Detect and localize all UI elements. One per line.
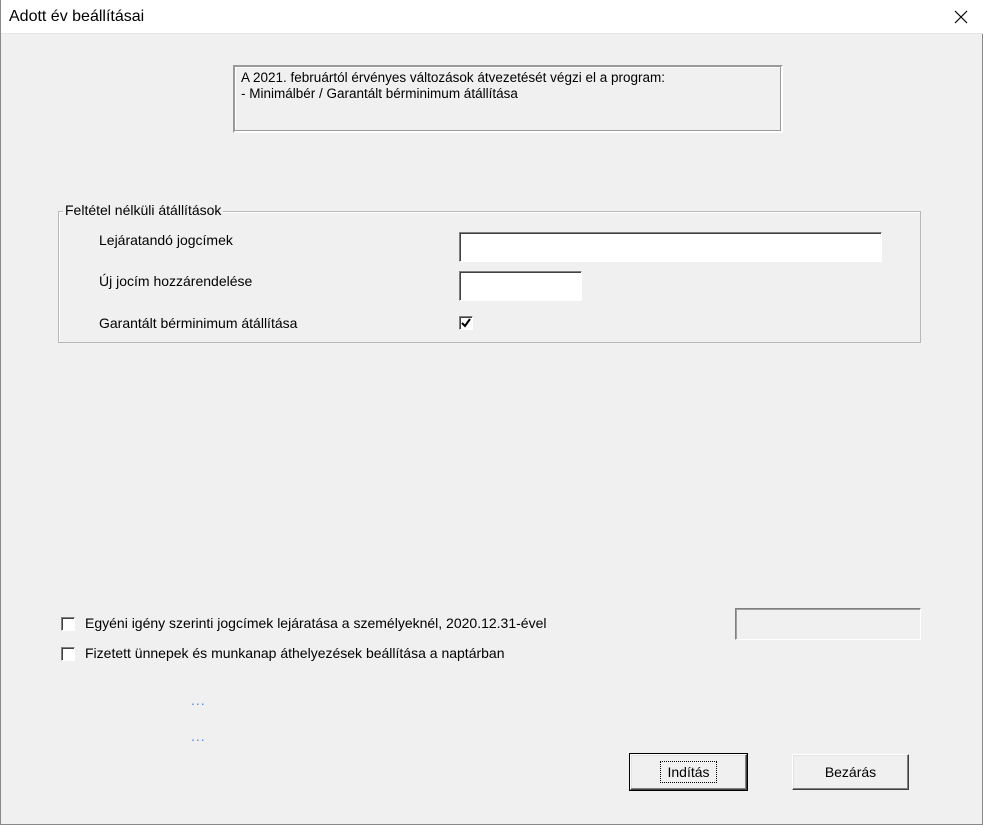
window-title: Adott év beállításai xyxy=(9,8,145,25)
individual-codes-checkbox[interactable] xyxy=(61,617,75,631)
close-window-button[interactable] xyxy=(938,0,983,34)
start-button-label: Indítás xyxy=(660,761,717,783)
dots-2: ... xyxy=(191,728,206,744)
guaranteed-min-checkbox[interactable] xyxy=(459,316,473,330)
individual-codes-label: Egyéni igény szerinti jogcímek lejáratás… xyxy=(85,615,547,631)
guaranteed-min-label: Garantált bérminimum átállítása xyxy=(99,315,298,331)
expire-codes-input[interactable] xyxy=(459,232,882,262)
close-button[interactable]: Bezárás xyxy=(792,754,909,790)
info-line-2: - Minimálbér / Garantált bérminimum átál… xyxy=(241,86,518,101)
close-icon xyxy=(954,10,968,24)
group-legend: Feltétel nélküli átállítások xyxy=(63,202,224,218)
close-button-label: Bezárás xyxy=(824,764,877,780)
dialog-window: Adott év beállításai A 2021. februártól … xyxy=(0,0,983,825)
holidays-checkbox[interactable] xyxy=(61,647,75,661)
new-code-label: Új jocím hozzárendelése xyxy=(99,273,253,289)
holidays-label: Fizetett ünnepek és munkanap áthelyezése… xyxy=(85,645,505,661)
checkmark-icon xyxy=(461,318,471,328)
new-code-input[interactable] xyxy=(459,271,582,301)
title-bar: Adott év beállításai xyxy=(1,0,983,34)
info-line-1: A 2021. februártól érvényes változások á… xyxy=(241,70,665,85)
start-button[interactable]: Indítás xyxy=(629,753,748,791)
dots-1: ... xyxy=(191,692,206,708)
expire-codes-label: Lejáratandó jogcímek xyxy=(99,232,233,248)
individual-codes-date-input xyxy=(735,608,921,640)
info-panel: A 2021. februártól érvényes változások á… xyxy=(233,65,783,133)
